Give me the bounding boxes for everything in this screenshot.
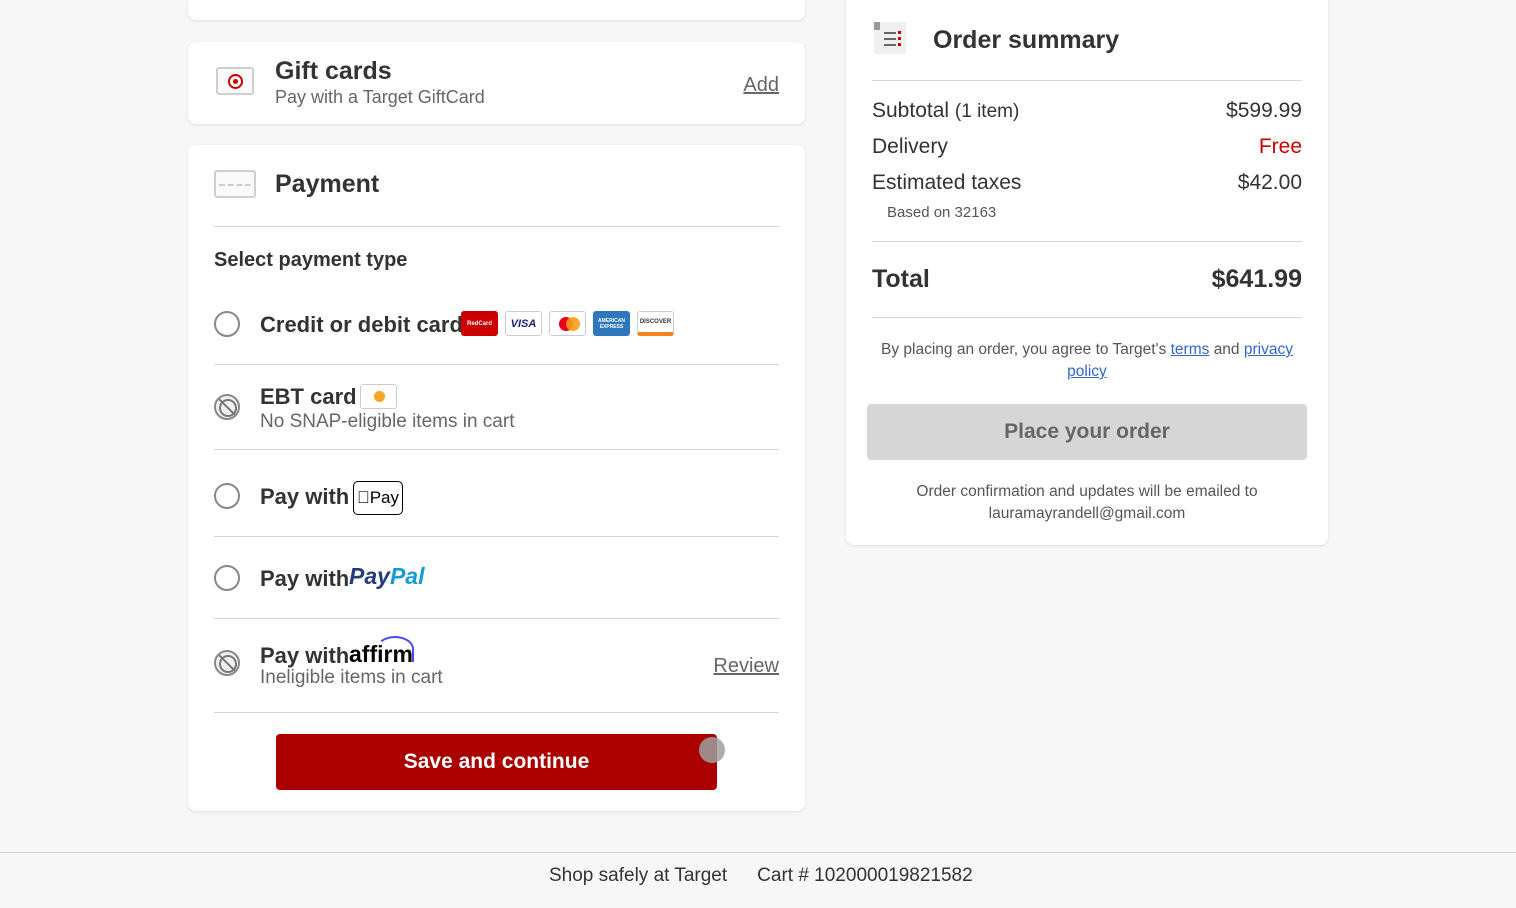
item-count: (1 item) — [954, 101, 1020, 122]
taxes-label: Estimated taxes — [872, 171, 1022, 194]
snap-badge-icon — [360, 384, 397, 409]
email-address: lauramayrandell@gmail.com — [988, 505, 1186, 522]
gift-cards-subtitle: Pay with a Target GiftCard — [275, 87, 485, 107]
order-summary-title: Order summary — [933, 26, 1120, 54]
apple-pay-logo-icon: Pay — [353, 481, 403, 515]
receipt-icon — [874, 22, 906, 54]
footer: Shop safely at Target Cart # 102000019821… — [0, 852, 1516, 908]
delivery-value: Free — [1258, 135, 1302, 158]
gift-card-icon — [216, 67, 254, 95]
subtotal-label: Subtotal — [872, 99, 950, 122]
affirm-review-link[interactable]: Review — [713, 655, 779, 678]
subtotal-value: $599.99 — [1226, 99, 1302, 122]
terms-link[interactable]: terms — [1171, 341, 1210, 358]
divider — [872, 80, 1302, 81]
save-and-continue-button[interactable]: Save and continue — [276, 734, 717, 790]
touch-indicator — [699, 737, 725, 763]
apple-pay-label: Pay with — [260, 484, 350, 509]
previous-section-card — [188, 0, 805, 20]
redcard-logo-icon: RedCard — [461, 311, 498, 336]
delivery-row: Delivery Free — [872, 135, 1302, 159]
divider — [872, 241, 1302, 242]
apple-pay-radio[interactable] — [214, 483, 240, 509]
affirm-subtext: Ineligible items in cart — [260, 667, 443, 688]
subtotal-row: Subtotal (1 item) $599.99 — [872, 99, 1302, 123]
total-label: Total — [872, 265, 930, 293]
credit-card-radio[interactable] — [214, 311, 240, 337]
cart-number: Cart # 102000019821582 — [757, 865, 973, 886]
payment-section: Payment Select payment type Credit or de… — [188, 145, 805, 811]
divider — [214, 712, 779, 713]
mastercard-logo-icon — [549, 311, 586, 336]
taxes-row: Estimated taxes $42.00 — [872, 171, 1302, 195]
visa-logo-icon: VISA — [505, 311, 542, 336]
ebt-card-subtext: No SNAP-eligible items in cart — [260, 411, 515, 432]
payment-title: Payment — [275, 170, 380, 198]
divider — [214, 536, 779, 537]
delivery-label: Delivery — [872, 135, 948, 158]
add-gift-card-link[interactable]: Add — [743, 74, 779, 97]
divider — [214, 618, 779, 619]
terms-agreement: By placing an order, you agree to Target… — [881, 341, 1293, 380]
affirm-label: Pay with — [260, 643, 350, 668]
credit-card-label: Credit or debit card — [260, 312, 463, 337]
place-order-button[interactable]: Place your order — [867, 404, 1307, 460]
card-logos: RedCard VISA AMERICAN EXPRESS DISCOVER — [461, 311, 674, 336]
divider — [214, 364, 779, 365]
tax-zip-note: Based on 32163 — [887, 204, 997, 221]
affirm-logo-icon: affirm — [349, 641, 413, 667]
divider — [872, 317, 1302, 318]
paypal-label: Pay with — [260, 566, 350, 591]
amex-logo-icon: AMERICAN EXPRESS — [593, 311, 630, 336]
credit-card-icon — [214, 170, 256, 198]
gift-cards-section: Gift cards Pay with a Target GiftCard Ad… — [188, 42, 805, 124]
affirm-disabled-icon — [214, 650, 240, 676]
divider — [214, 449, 779, 450]
discover-logo-icon: DISCOVER — [637, 311, 674, 336]
shop-safely-text: Shop safely at Target — [549, 865, 728, 886]
paypal-logo-icon: PayPal — [349, 563, 425, 589]
total-row: Total $641.99 — [872, 265, 1302, 294]
paypal-radio[interactable] — [214, 565, 240, 591]
ebt-card-label: EBT card — [260, 384, 357, 409]
total-value: $641.99 — [1211, 265, 1302, 293]
taxes-value: $42.00 — [1237, 171, 1302, 194]
confirmation-note: Order confirmation and updates will be e… — [872, 481, 1302, 525]
divider — [214, 226, 779, 227]
select-payment-type-label: Select payment type — [214, 249, 408, 271]
order-summary-card: Order summary Subtotal (1 item) $599.99 … — [846, 0, 1328, 545]
gift-cards-title: Gift cards — [275, 57, 392, 85]
ebt-disabled-icon — [214, 394, 240, 420]
